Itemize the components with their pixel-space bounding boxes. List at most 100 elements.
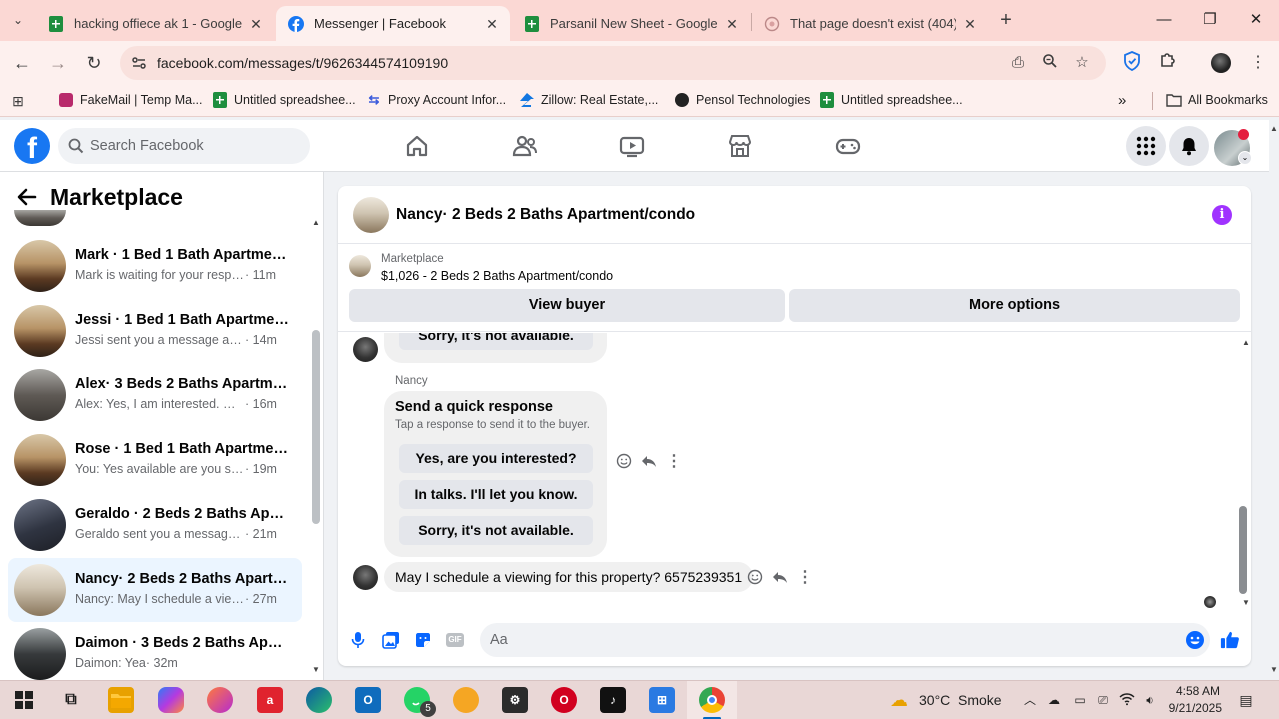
new-tab-plus-icon[interactable]: + (996, 10, 1016, 30)
listing-thumbnail[interactable] (349, 255, 371, 277)
tab-search-chevron-icon[interactable]: ⌄ (8, 10, 28, 30)
clock-time[interactable]: 4:58 AM (1172, 684, 1220, 698)
conversation-item[interactable]: Daimon · 3 Beds 2 Baths Apart... Daimon:… (8, 622, 302, 680)
windows-start-icon[interactable] (11, 687, 37, 713)
outlook-icon[interactable]: O (355, 687, 381, 713)
chat-scroll-up-icon[interactable]: ▲ (1237, 333, 1251, 351)
bookmark-proxy[interactable]: ⇆ Proxy Account Infor... (366, 92, 507, 108)
weather-desc[interactable]: Smoke (958, 692, 1002, 708)
file-explorer-icon[interactable] (108, 687, 134, 713)
reply-arrow-icon[interactable] (771, 568, 789, 586)
extensions-puzzle-icon[interactable] (1156, 51, 1180, 75)
conversation-item-active[interactable]: Nancy· 2 Beds 2 Baths Apartme... Nancy: … (8, 558, 302, 622)
video-icon[interactable] (618, 132, 646, 160)
onedrive-cloud-icon[interactable]: ☁ (1046, 692, 1062, 708)
gaming-icon[interactable] (834, 132, 862, 160)
chat-avatar[interactable] (353, 197, 389, 233)
scroll-down-arrow-icon[interactable]: ▼ (311, 665, 321, 674)
bookmark-pensol[interactable]: Pensol Technologies (674, 92, 810, 108)
clock-date[interactable]: 9/21/2025 (1164, 701, 1222, 715)
window-close-icon[interactable]: ✕ (1244, 8, 1268, 32)
bookmark-untitled-2[interactable]: Untitled spreadshee... (819, 92, 963, 108)
forward-arrow-icon[interactable]: → (46, 51, 70, 75)
close-tab-icon[interactable]: ✕ (962, 16, 978, 32)
conversation-item[interactable]: Geraldo · 2 Beds 2 Baths Apart... Gerald… (8, 493, 302, 557)
reply-arrow-icon[interactable] (640, 452, 658, 470)
marketplace-icon[interactable] (726, 132, 754, 160)
account-chevron-icon[interactable]: ⌄ (1238, 151, 1252, 165)
message-input[interactable] (480, 623, 1210, 657)
conversation-item[interactable]: Mark · 1 Bed 1 Bath Apartment/... Mark i… (8, 234, 302, 298)
search-input[interactable] (90, 128, 300, 164)
task-view-icon[interactable]: ⧉ (58, 687, 84, 713)
edge-browser-icon[interactable] (306, 687, 332, 713)
anydesk-app-icon[interactable]: a (257, 687, 283, 713)
weather-icon[interactable]: ☁ (888, 689, 910, 711)
chrome-menu-icon[interactable]: ⋮ (1246, 51, 1270, 75)
scroll-up-arrow-icon[interactable]: ▲ (311, 218, 321, 227)
tab-sheets-1[interactable]: hacking offiece ak 1 - Google Sh ✕ (36, 6, 274, 41)
tiktok-icon[interactable]: ♪ (600, 687, 626, 713)
tab-sheets-2[interactable]: Parsanil New Sheet - Google Sh ✕ (512, 6, 750, 41)
sidebar-scrollbar-thumb[interactable] (312, 330, 320, 524)
zoom-icon[interactable] (1040, 53, 1060, 73)
more-options-button[interactable]: More options (789, 289, 1240, 322)
battery-icon[interactable]: ▭ (1072, 692, 1088, 708)
more-actions-icon[interactable]: ⋮ (665, 452, 683, 470)
medal-app-icon[interactable] (453, 687, 479, 713)
restore-icon[interactable]: ❐ (1198, 8, 1222, 32)
conversation-item[interactable]: Alex· 3 Beds 2 Baths Apartment... Alex: … (8, 363, 302, 427)
reload-icon[interactable]: ↻ (82, 51, 106, 75)
more-bookmarks-chevron-icon[interactable]: » (1118, 92, 1126, 109)
info-icon[interactable]: i (1212, 205, 1232, 225)
close-tab-icon[interactable]: ✕ (724, 16, 740, 32)
microphone-icon[interactable] (348, 630, 368, 650)
chat-scroll-down-icon[interactable]: ▼ (1237, 593, 1251, 611)
address-bar[interactable]: facebook.com/messages/t/9626344574109190… (120, 46, 1106, 80)
sticker-icon[interactable] (413, 630, 433, 650)
tray-chevron-up-icon[interactable]: ︿ (1022, 692, 1038, 708)
chat-scrollbar-thumb[interactable] (1239, 506, 1247, 594)
friends-icon[interactable] (511, 132, 539, 160)
notifications-bell-icon[interactable] (1169, 126, 1209, 166)
site-settings-icon[interactable] (130, 54, 148, 72)
apps-grid-icon[interactable]: ⊞ (6, 89, 30, 113)
back-arrow-icon[interactable]: ← (10, 51, 34, 75)
thumbs-up-icon[interactable] (1220, 630, 1240, 650)
chat-title[interactable]: Nancy· 2 Beds 2 Baths Apartment/condo (396, 206, 695, 224)
copilot-icon[interactable] (158, 687, 184, 713)
weather-temp[interactable]: 30°C (919, 692, 950, 708)
bookmark-untitled-1[interactable]: Untitled spreadshee... (212, 92, 356, 108)
quick-response-option[interactable]: Yes, are you interested? (399, 444, 593, 473)
back-arrow-icon[interactable] (16, 186, 40, 210)
bookmark-zillow[interactable]: Zillow: Real Estate,... (519, 92, 658, 108)
opera-browser-icon[interactable]: O (551, 687, 577, 713)
tab-404[interactable]: That page doesn't exist (404) - I ✕ (752, 6, 988, 41)
volume-icon[interactable]: 🔉︎ (1142, 692, 1158, 708)
page-scrollbar[interactable]: ▲ ▼ (1269, 120, 1279, 680)
quick-response-option[interactable]: In talks. I'll let you know. (399, 480, 593, 509)
react-smiley-icon[interactable] (746, 568, 764, 586)
paint-app-icon[interactable] (207, 687, 233, 713)
gif-icon[interactable]: GIF (445, 630, 465, 650)
home-icon[interactable] (403, 132, 431, 160)
notification-center-icon[interactable]: ▤ (1238, 692, 1254, 708)
search-box[interactable] (58, 128, 310, 164)
quick-response-option[interactable]: Sorry, it's not available. (399, 333, 593, 350)
view-buyer-button[interactable]: View buyer (349, 289, 785, 322)
quick-response-option[interactable]: Sorry, it's not available. (399, 516, 593, 545)
conversation-item[interactable]: Rose · 1 Bed 1 Bath Apartment/c... You: … (8, 428, 302, 492)
close-tab-icon[interactable]: ✕ (484, 16, 500, 32)
listing-price[interactable]: $1,026 - 2 Beds 2 Baths Apartment/condo (381, 269, 613, 283)
facebook-logo[interactable]: f (14, 128, 50, 164)
wifi-icon[interactable] (1119, 692, 1135, 708)
emoji-icon[interactable] (1185, 630, 1205, 650)
all-bookmarks[interactable]: All Bookmarks (1166, 92, 1268, 108)
brave-shield-icon[interactable] (1120, 51, 1144, 75)
settings-gear-icon[interactable]: ⚙ (502, 687, 528, 713)
react-smiley-icon[interactable] (615, 452, 633, 470)
bookmark-star-icon[interactable]: ☆ (1072, 53, 1092, 73)
tab-messenger[interactable]: Messenger | Facebook ✕ (276, 6, 510, 41)
microsoft-store-icon[interactable]: ⊞ (649, 687, 675, 713)
more-actions-icon[interactable]: ⋮ (796, 568, 814, 586)
